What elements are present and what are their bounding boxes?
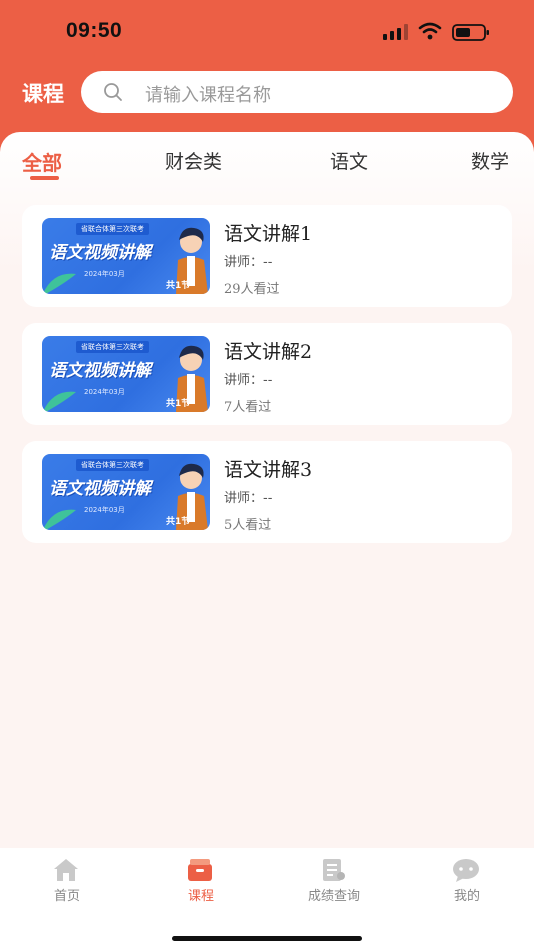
thumbnail-lesson-count: 共1节 bbox=[166, 281, 191, 291]
course-views: 29人看过 bbox=[224, 282, 280, 297]
thumbnail-subtitle: 省联合体第三次联考 bbox=[76, 341, 149, 353]
course-thumbnail: 省联合体第三次联考 语文视频讲解 2024年03月 共1节 bbox=[42, 454, 210, 530]
thumbnail-subtitle: 省联合体第三次联考 bbox=[76, 459, 149, 471]
thumbnail-subtitle: 省联合体第三次联考 bbox=[76, 223, 149, 235]
tabbar-label: 我的 bbox=[453, 889, 480, 904]
tabbar-item-course[interactable]: 课程 bbox=[134, 848, 268, 928]
tabbar-label: 成绩查询 bbox=[307, 889, 360, 904]
status-time: 09:50 bbox=[66, 19, 123, 42]
tabbar-item-home[interactable]: 首页 bbox=[0, 848, 134, 928]
tab-active-indicator bbox=[30, 176, 59, 180]
status-bar: 09:50 bbox=[0, 0, 534, 64]
course-card[interactable]: 省联合体第三次联考 语文视频讲解 2024年03月 共1节 语文讲解1 讲师：-… bbox=[22, 205, 512, 307]
search-icon bbox=[104, 83, 122, 101]
thumbnail-date: 2024年03月 bbox=[84, 270, 125, 278]
thumbnail-date: 2024年03月 bbox=[84, 506, 125, 514]
course-teacher: 讲师：-- bbox=[224, 255, 273, 270]
tabbar-label: 首页 bbox=[53, 889, 80, 904]
thumbnail-lesson-count: 共1节 bbox=[166, 517, 191, 527]
course-card[interactable]: 省联合体第三次联考 语文视频讲解 2024年03月 共1节 语文讲解3 讲师：-… bbox=[22, 441, 512, 543]
course-views: 5人看过 bbox=[224, 518, 272, 533]
tab-math[interactable]: 数学 bbox=[471, 147, 509, 174]
home-icon bbox=[54, 859, 78, 881]
wifi-icon bbox=[418, 22, 442, 40]
tab-all[interactable]: 全部 bbox=[22, 147, 62, 176]
thumbnail-title: 语文视频讲解 bbox=[49, 479, 151, 499]
thumbnail-lesson-count: 共1节 bbox=[166, 399, 191, 409]
course-teacher: 讲师：-- bbox=[224, 373, 273, 388]
leaf-decoration-icon bbox=[42, 509, 76, 530]
tabbar-label: 课程 bbox=[187, 889, 214, 904]
course-title: 语文讲解2 bbox=[224, 341, 313, 363]
search-input[interactable]: 请输入课程名称 bbox=[81, 71, 513, 113]
course-thumbnail: 省联合体第三次联考 语文视频讲解 2024年03月 共1节 bbox=[42, 218, 210, 294]
course-views: 7人看过 bbox=[224, 400, 272, 415]
chat-bubble-icon bbox=[453, 859, 479, 882]
leaf-decoration-icon bbox=[42, 391, 76, 412]
tabbar-item-score[interactable]: 成绩查询 bbox=[267, 848, 401, 928]
tab-chinese[interactable]: 语文 bbox=[330, 147, 368, 174]
course-box-icon bbox=[188, 859, 212, 881]
cellular-signal-icon bbox=[383, 24, 408, 40]
course-card[interactable]: 省联合体第三次联考 语文视频讲解 2024年03月 共1节 语文讲解2 讲师：-… bbox=[22, 323, 512, 425]
course-thumbnail: 省联合体第三次联考 语文视频讲解 2024年03月 共1节 bbox=[42, 336, 210, 412]
thumbnail-title: 语文视频讲解 bbox=[49, 243, 151, 263]
course-teacher: 讲师：-- bbox=[224, 491, 273, 506]
thumbnail-title: 语文视频讲解 bbox=[49, 361, 151, 381]
page-title: 课程 bbox=[22, 82, 64, 106]
battery-icon bbox=[452, 24, 489, 41]
score-report-icon bbox=[323, 859, 345, 881]
bottom-tab-bar: 首页 课程 成绩查询 我的 bbox=[0, 848, 534, 950]
home-indicator bbox=[172, 936, 362, 941]
search-placeholder: 请输入课程名称 bbox=[145, 85, 271, 106]
tabbar-item-mine[interactable]: 我的 bbox=[400, 848, 534, 928]
course-title: 语文讲解3 bbox=[224, 459, 313, 481]
thumbnail-date: 2024年03月 bbox=[84, 388, 125, 396]
course-title: 语文讲解1 bbox=[224, 223, 313, 245]
tab-accounting[interactable]: 财会类 bbox=[165, 147, 222, 174]
leaf-decoration-icon bbox=[42, 273, 76, 294]
